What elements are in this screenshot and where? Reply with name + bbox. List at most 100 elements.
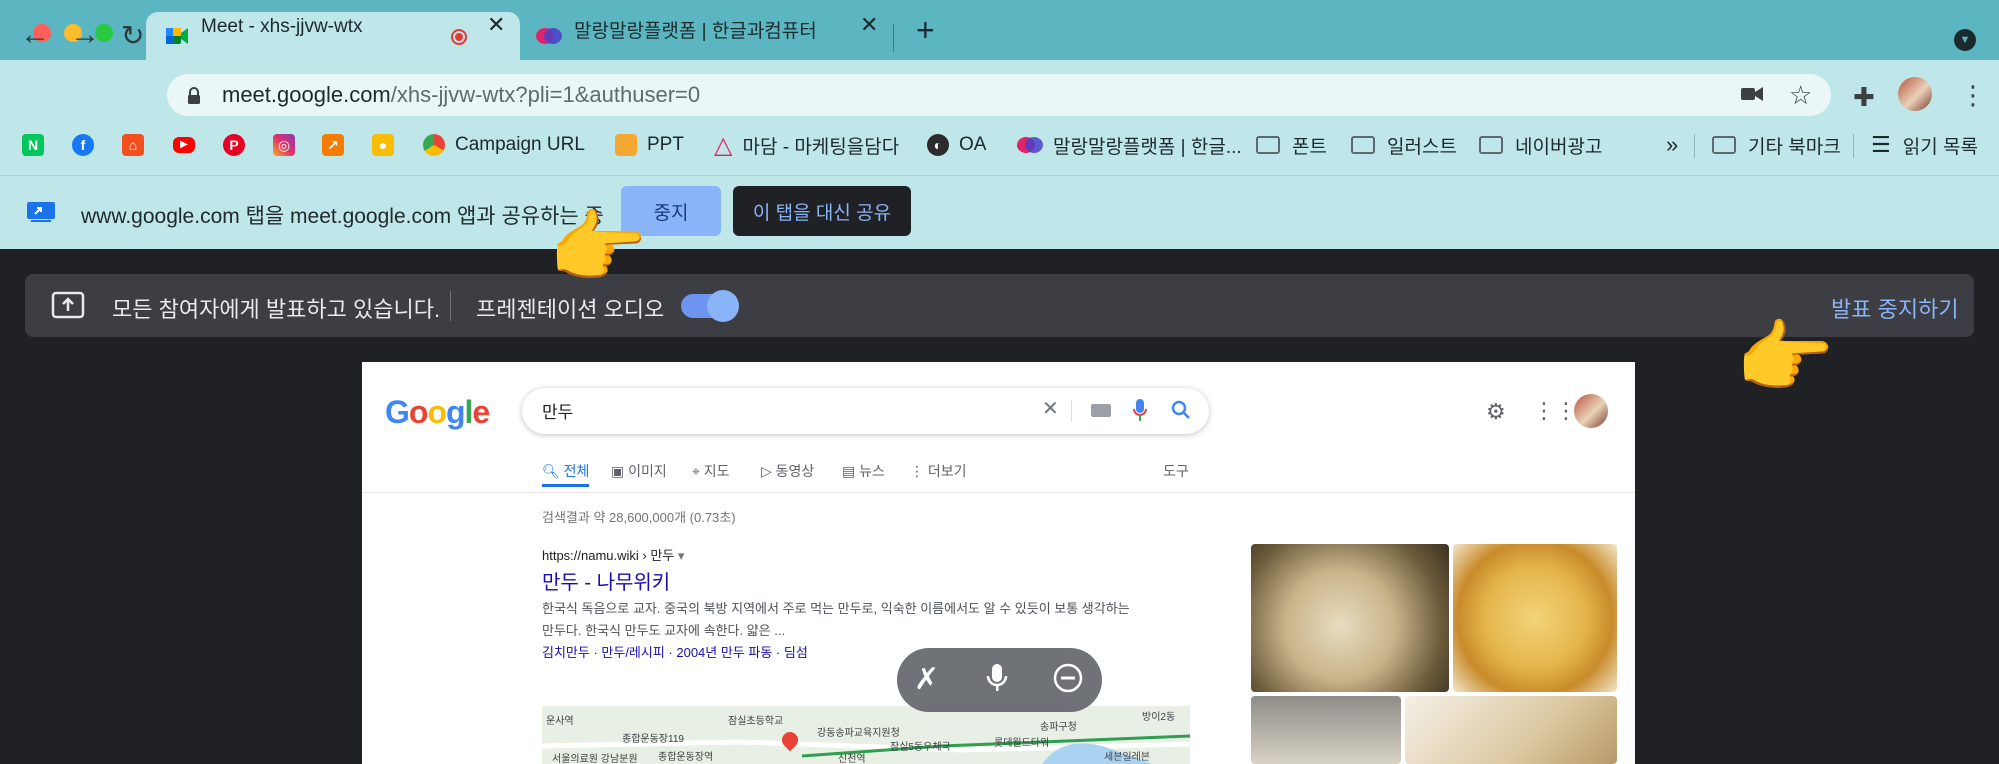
toggle-knob[interactable] bbox=[707, 290, 739, 322]
dumpling-image[interactable] bbox=[1405, 696, 1617, 764]
map-label: 잠실5동우체국 bbox=[890, 742, 951, 753]
folder-icon bbox=[1351, 136, 1375, 154]
youtube-icon: ▶ bbox=[173, 137, 195, 153]
share-this-tab-button[interactable]: 이 탭을 대신 공유 bbox=[733, 186, 911, 236]
globe-icon: ◐ bbox=[927, 134, 949, 156]
triangle-icon: △ bbox=[714, 131, 733, 159]
bookmark-naver[interactable]: N bbox=[22, 132, 54, 158]
map-label: 강동송파교육지원청 bbox=[817, 728, 900, 739]
forward-icon[interactable]: → bbox=[70, 18, 100, 52]
bookmark-madam[interactable]: △ 마담 - 마케팅을담다 bbox=[714, 131, 899, 159]
tab-search-icon[interactable]: ▼ bbox=[1954, 29, 1976, 51]
bookmarks-overflow-button[interactable]: » bbox=[1666, 132, 1678, 158]
map-label: 송파구청 bbox=[1040, 722, 1077, 733]
bookmarks-separator bbox=[1694, 134, 1695, 158]
map-preview[interactable]: 운사역 잠실초등학교 강동송파교육지원청 종합운동장119 잠실5동우체국 롯데… bbox=[542, 706, 1190, 764]
tab-label: 지도 bbox=[703, 463, 730, 479]
apps-grid-icon[interactable]: ⋮⋮ bbox=[1533, 398, 1577, 424]
mic-icon[interactable] bbox=[985, 662, 1009, 702]
instagram-icon: ◎ bbox=[273, 134, 295, 156]
bookmark-folder-fonts[interactable]: 폰트 bbox=[1256, 132, 1327, 158]
map-label: 신천역 bbox=[838, 754, 866, 764]
google-tab-videos[interactable]: ▷ 동영상 bbox=[761, 461, 814, 481]
bookmark-youtube[interactable]: ▶ bbox=[173, 132, 205, 158]
close-tab-icon[interactable]: ✕ bbox=[860, 12, 878, 38]
bookmark-label: Campaign URL bbox=[455, 134, 585, 155]
google-tab-news[interactable]: ▤ 뉴스 bbox=[842, 461, 885, 481]
google-query-text[interactable]: 만두 bbox=[542, 398, 573, 423]
google-meet-icon bbox=[166, 26, 188, 46]
map-label: 서울의료원 강남분원 bbox=[552, 754, 638, 764]
bookmark-label: 일러스트 bbox=[1387, 136, 1457, 158]
minus-circle-icon[interactable] bbox=[1052, 662, 1084, 702]
bookmark-malang[interactable]: 말랑말랑플랫폼 | 한글... bbox=[1017, 132, 1242, 158]
dumpling-image[interactable] bbox=[1251, 696, 1401, 764]
camera-icon[interactable] bbox=[1741, 86, 1763, 102]
bookmark-facebook[interactable]: f bbox=[72, 132, 104, 158]
url-text[interactable]: meet.google.com/xhs-jjvw-wtx?pli=1&authu… bbox=[222, 82, 700, 108]
star-icon[interactable]: ☆ bbox=[1789, 80, 1812, 111]
result-stats: 검색결과 약 28,600,000개 (0.73초) bbox=[542, 510, 736, 525]
reload-icon[interactable]: ↻ bbox=[121, 19, 144, 52]
search-icon[interactable] bbox=[1171, 400, 1191, 420]
back-icon[interactable]: ← bbox=[20, 18, 50, 52]
ppt-icon bbox=[615, 134, 637, 156]
bookmark-ppt[interactable]: PPT bbox=[615, 132, 684, 158]
pointing-hand-icon: 👉 bbox=[548, 203, 648, 292]
google-tools[interactable]: 도구 bbox=[1163, 461, 1189, 481]
present-screen-icon bbox=[51, 290, 85, 320]
bookmark-analytics[interactable]: ↗ bbox=[322, 132, 354, 158]
menu-icon[interactable]: ⋮ bbox=[1960, 80, 1986, 111]
google-tab-all[interactable]: 🔍︎ 전체 bbox=[542, 461, 589, 481]
tab-label: 뉴스 bbox=[859, 463, 885, 479]
bookmark-campaign-url[interactable]: Campaign URL bbox=[423, 132, 585, 158]
clear-search-icon[interactable]: ✕ bbox=[1042, 396, 1059, 421]
pin-off-icon[interactable]: ✗ bbox=[914, 662, 939, 697]
chevron-down-icon[interactable]: ▾ bbox=[674, 548, 685, 563]
close-tab-icon[interactable]: ✕ bbox=[487, 12, 505, 38]
keyboard-icon[interactable] bbox=[1091, 404, 1111, 417]
google-avatar[interactable] bbox=[1574, 394, 1608, 428]
search-icon: 🔍︎ bbox=[542, 463, 564, 479]
reading-list[interactable]: ☰ 읽기 목록 bbox=[1871, 132, 1978, 158]
dumpling-image[interactable] bbox=[1251, 544, 1449, 692]
map-label: 세븐일레븐 bbox=[1104, 752, 1150, 763]
lock-icon[interactable] bbox=[187, 87, 201, 104]
mic-icon[interactable] bbox=[1133, 399, 1147, 423]
pin-icon: ⌖ bbox=[692, 463, 704, 479]
bookmark-folder-illust[interactable]: 일러스트 bbox=[1351, 132, 1457, 158]
share-infobar-text: www.google.com 탭을 meet.google.com 앱과 공유하… bbox=[81, 205, 604, 228]
avatar[interactable] bbox=[1898, 77, 1932, 111]
figma-icon: ⌂ bbox=[122, 134, 144, 156]
google-tab-images[interactable]: ▣ 이미지 bbox=[611, 461, 667, 481]
extensions-icon[interactable]: ✚ bbox=[1853, 82, 1875, 113]
news-icon: ▤ bbox=[842, 463, 860, 479]
stop-presenting-button[interactable]: 발표 중지하기 bbox=[1831, 292, 1959, 324]
google-tab-more[interactable]: ⋮ 더보기 bbox=[910, 461, 967, 481]
bookmark-label: 폰트 bbox=[1292, 136, 1327, 158]
settings-gear-icon[interactable]: ⚙ bbox=[1486, 399, 1506, 425]
map-label: 종합운동장역 bbox=[658, 752, 714, 763]
folder-icon bbox=[1712, 136, 1736, 154]
result-title-link[interactable]: 만두 - 나무위키 bbox=[542, 566, 670, 595]
image-results[interactable] bbox=[1251, 544, 1617, 764]
dumpling-image[interactable] bbox=[1453, 544, 1617, 692]
result-cite: https://namu.wiki › 만두 ▾ bbox=[542, 545, 684, 564]
google-tab-maps[interactable]: ⌖ 지도 bbox=[692, 461, 730, 481]
new-tab-icon[interactable]: + bbox=[916, 12, 935, 49]
bookmark-instagram[interactable]: ◎ bbox=[273, 132, 305, 158]
other-bookmarks-label: 기타 북마크 bbox=[1748, 136, 1841, 158]
tab-label: 동영상 bbox=[775, 463, 815, 479]
result-sitelinks[interactable]: 김치만두 · 만두/레시피 · 2004년 만두 파동 · 딤섬 bbox=[542, 642, 808, 661]
bookmark-keep[interactable]: ● bbox=[372, 132, 404, 158]
bookmark-figma[interactable]: ⌂ bbox=[122, 132, 154, 158]
keep-icon: ● bbox=[372, 134, 394, 156]
tab-title-malang: 말랑말랑플랫폼 | 한글과컴퓨터 bbox=[574, 21, 817, 42]
other-bookmarks[interactable]: 기타 북마크 bbox=[1712, 132, 1841, 158]
folder-icon bbox=[1479, 136, 1503, 154]
bookmark-folder-naver-ads[interactable]: 네이버광고 bbox=[1479, 132, 1602, 158]
map-label: 방이2동 bbox=[1142, 712, 1176, 723]
bookmark-oa[interactable]: ◐ OA bbox=[927, 132, 986, 158]
bookmark-pinterest[interactable]: P bbox=[223, 132, 255, 158]
map-label: 운사역 bbox=[546, 716, 574, 727]
